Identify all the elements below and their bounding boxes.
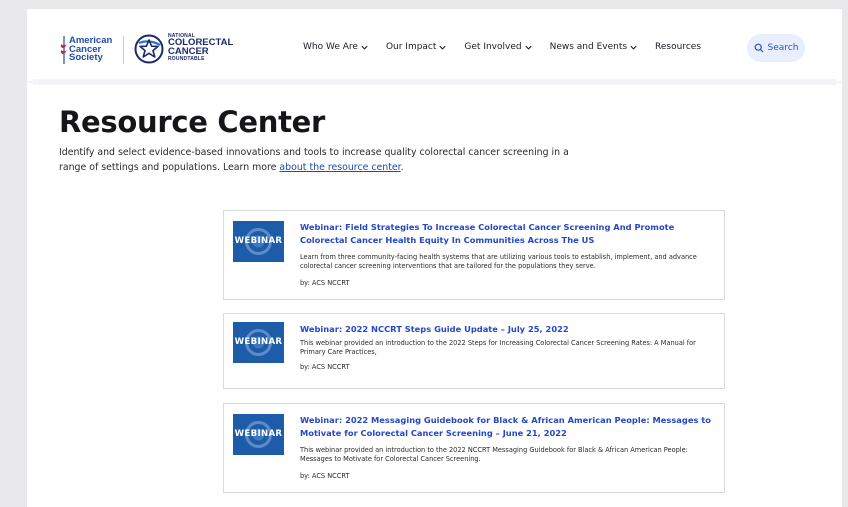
webinar-thumbnail[interactable]: WEBINAR [233, 322, 284, 363]
card-description: This webinar provided an introduction to… [300, 446, 688, 463]
nav-label: Who We Are [303, 42, 358, 52]
nccrt-star-logo-icon[interactable] [133, 33, 165, 65]
card-byline: by: ACS NCCRT [300, 363, 350, 371]
nccrt-logo-text: NATIONAL COLORECTAL CANCER ROUNDTABLE [168, 33, 234, 62]
main-nav: Who We Are Our Impact Get Involved News … [303, 42, 701, 52]
nav-our-impact[interactable]: Our Impact [386, 42, 447, 52]
chevron-down-icon [361, 45, 368, 50]
about-resource-center-link[interactable]: about the resource center [279, 162, 400, 173]
intro-text: Identify and select evidence-based innov… [59, 147, 569, 173]
logo-divider [123, 36, 124, 64]
acs-logo-text: American Cancer Society [69, 35, 113, 63]
card-title-link[interactable]: Webinar: 2022 NCCRT Steps Guide Update –… [300, 323, 714, 336]
card-byline: by: ACS NCCRT [300, 279, 350, 287]
card-body: Webinar: 2022 NCCRT Steps Guide Update –… [300, 323, 714, 372]
chevron-down-icon [525, 45, 532, 50]
chevron-down-icon [630, 45, 637, 50]
card-title-link[interactable]: Webinar: 2022 Messaging Guidebook for Bl… [300, 414, 714, 440]
nav-label: Get Involved [464, 42, 522, 52]
card-title-link[interactable]: Webinar: Field Strategies To Increase Co… [300, 221, 714, 247]
nav-news-and-events[interactable]: News and Events [550, 42, 638, 52]
nav-who-we-are[interactable]: Who We Are [303, 42, 369, 52]
card-description: Learn from three community-facing health… [300, 253, 697, 270]
card-body: Webinar: 2022 Messaging Guidebook for Bl… [300, 414, 714, 481]
page: American Cancer Society NATIONAL COLOREC… [27, 9, 842, 507]
webinar-thumbnail[interactable]: WEBINAR [233, 414, 284, 455]
search-button[interactable]: Search [747, 34, 805, 62]
search-label: Search [767, 43, 799, 53]
card-byline: by: ACS NCCRT [300, 472, 350, 480]
header-divider [33, 79, 836, 85]
nav-label: Resources [655, 42, 702, 52]
sword-icon [61, 36, 67, 64]
search-icon [754, 43, 763, 53]
card-body: Webinar: Field Strategies To Increase Co… [300, 221, 714, 288]
nav-get-involved[interactable]: Get Involved [464, 42, 532, 52]
page-title: Resource Center [59, 105, 326, 139]
chevron-down-icon [439, 45, 447, 50]
nav-resources[interactable]: Resources [655, 42, 701, 52]
card-description: This webinar provided an introduction to… [300, 339, 696, 356]
nav-label: News and Events [549, 42, 628, 52]
resource-card[interactable]: WEBINAR Webinar: 2022 Messaging Guideboo… [223, 403, 725, 493]
american-cancer-society-logo[interactable]: American Cancer Society [60, 36, 120, 64]
webinar-thumbnail[interactable]: WEBINAR [233, 221, 284, 262]
resource-card[interactable]: WEBINAR Webinar: 2022 NCCRT Steps Guide … [223, 313, 725, 389]
nav-label: Our Impact [385, 42, 437, 52]
resource-card[interactable]: WEBINAR Webinar: Field Strategies To Inc… [223, 210, 725, 300]
site-header: American Cancer Society NATIONAL COLOREC… [27, 9, 842, 81]
